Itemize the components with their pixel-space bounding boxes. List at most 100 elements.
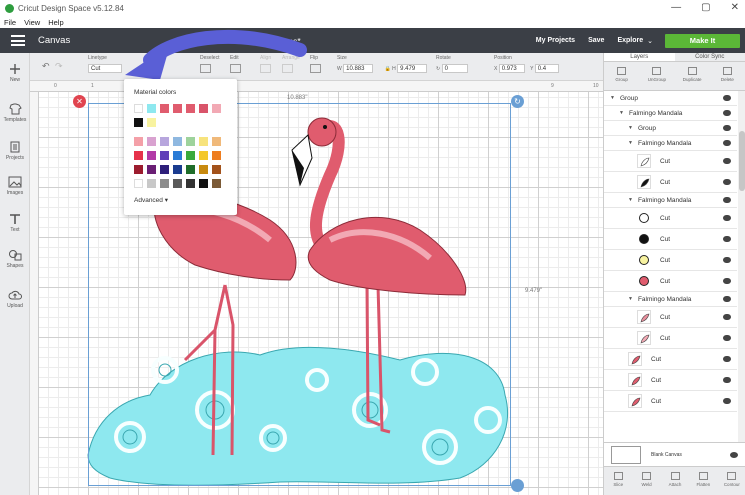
color-swatch[interactable] bbox=[160, 179, 169, 188]
attach-button[interactable]: Attach bbox=[661, 467, 689, 495]
tab-layers[interactable]: Layers bbox=[604, 53, 675, 61]
color-swatch[interactable] bbox=[212, 165, 221, 174]
eye-icon[interactable] bbox=[730, 451, 738, 458]
blank-canvas-row[interactable]: Blank Canvas bbox=[604, 442, 745, 466]
layer-label: Cut bbox=[660, 334, 671, 342]
color-swatch[interactable] bbox=[134, 165, 143, 174]
color-swatch[interactable] bbox=[186, 179, 195, 188]
layer-row[interactable]: Cut bbox=[604, 208, 737, 229]
layer-row[interactable]: Cut bbox=[604, 172, 737, 193]
color-swatch[interactable] bbox=[212, 104, 221, 113]
eye-icon[interactable] bbox=[723, 356, 731, 362]
layer-row[interactable]: Cut bbox=[604, 370, 737, 391]
layer-row[interactable]: Cut bbox=[604, 307, 737, 328]
layers-scrollbar[interactable] bbox=[738, 91, 745, 461]
color-swatch[interactable] bbox=[173, 151, 182, 160]
eye-icon[interactable] bbox=[723, 398, 731, 404]
color-swatch[interactable] bbox=[134, 104, 143, 113]
delete-button[interactable]: Delete bbox=[710, 62, 745, 90]
layer-row[interactable]: Cut bbox=[604, 229, 737, 250]
color-swatch[interactable] bbox=[186, 137, 195, 146]
duplicate-button[interactable]: Duplicate bbox=[675, 62, 710, 90]
color-swatch[interactable] bbox=[147, 137, 156, 146]
eye-icon[interactable] bbox=[723, 95, 731, 101]
color-swatch[interactable] bbox=[160, 165, 169, 174]
layer-label: Cut bbox=[660, 235, 671, 243]
expand-arrow-icon[interactable]: ▼ bbox=[628, 140, 633, 146]
layer-row[interactable]: Cut bbox=[604, 271, 737, 292]
color-swatch[interactable] bbox=[199, 179, 208, 188]
color-swatch[interactable] bbox=[134, 151, 143, 160]
expand-arrow-icon[interactable]: ▼ bbox=[610, 95, 615, 101]
layer-row[interactable]: Cut bbox=[604, 391, 737, 412]
layer-group-row[interactable]: ▼ Falmingo Mandala bbox=[604, 106, 737, 121]
eye-icon[interactable] bbox=[723, 335, 731, 341]
eye-icon[interactable] bbox=[723, 158, 731, 164]
layer-group-row[interactable]: ▼ Group bbox=[604, 91, 737, 106]
eye-icon[interactable] bbox=[723, 296, 731, 302]
eye-icon[interactable] bbox=[723, 125, 731, 131]
resize-handle-icon[interactable] bbox=[511, 479, 524, 492]
eye-icon[interactable] bbox=[723, 197, 731, 203]
eye-icon[interactable] bbox=[723, 110, 731, 116]
color-swatch[interactable] bbox=[134, 137, 143, 146]
color-swatch[interactable] bbox=[173, 179, 182, 188]
color-swatch[interactable] bbox=[134, 118, 143, 127]
eye-icon[interactable] bbox=[723, 236, 731, 242]
color-swatch[interactable] bbox=[199, 137, 208, 146]
color-swatch[interactable] bbox=[147, 179, 156, 188]
color-swatch[interactable] bbox=[147, 165, 156, 174]
color-swatch[interactable] bbox=[173, 137, 182, 146]
color-swatch[interactable] bbox=[147, 118, 156, 127]
color-swatch[interactable] bbox=[186, 165, 195, 174]
tab-color-sync[interactable]: Color Sync bbox=[675, 53, 745, 61]
layer-group-row[interactable]: ▼ Falmingo Mandala bbox=[604, 193, 737, 208]
weld-button[interactable]: Weld bbox=[632, 467, 660, 495]
layer-row[interactable]: Cut bbox=[604, 328, 737, 349]
color-swatch[interactable] bbox=[160, 104, 169, 113]
layer-row[interactable]: Cut bbox=[604, 349, 737, 370]
delete-handle-icon[interactable]: ✕ bbox=[73, 95, 86, 108]
layer-row[interactable]: Cut bbox=[604, 250, 737, 271]
color-swatch[interactable] bbox=[160, 151, 169, 160]
advanced-label: Advanced bbox=[134, 197, 163, 204]
advanced-toggle[interactable]: Advanced ▾ bbox=[134, 196, 168, 204]
eye-icon[interactable] bbox=[723, 257, 731, 263]
flatten-button[interactable]: Flatten bbox=[689, 467, 717, 495]
color-swatch[interactable] bbox=[147, 104, 156, 113]
layer-group-row[interactable]: ▼ Falmingo Mandala bbox=[604, 136, 737, 151]
layer-label: Falmingo Mandala bbox=[628, 109, 683, 117]
eye-icon[interactable] bbox=[723, 278, 731, 284]
expand-arrow-icon[interactable]: ▼ bbox=[628, 296, 633, 302]
color-swatch[interactable] bbox=[186, 104, 195, 113]
expand-arrow-icon[interactable]: ▼ bbox=[628, 125, 633, 131]
layer-row[interactable]: Cut bbox=[604, 151, 737, 172]
expand-arrow-icon[interactable]: ▼ bbox=[619, 110, 624, 116]
ungroup-button[interactable]: UnGroup bbox=[639, 62, 674, 90]
expand-arrow-icon[interactable]: ▼ bbox=[628, 197, 633, 203]
eye-icon[interactable] bbox=[723, 179, 731, 185]
color-swatch[interactable] bbox=[186, 151, 195, 160]
color-swatch[interactable] bbox=[160, 137, 169, 146]
color-swatch[interactable] bbox=[212, 137, 221, 146]
eye-icon[interactable] bbox=[723, 215, 731, 221]
attach-label: Attach bbox=[668, 482, 682, 487]
color-swatch[interactable] bbox=[199, 104, 208, 113]
color-swatch[interactable] bbox=[147, 151, 156, 160]
color-swatch[interactable] bbox=[212, 179, 221, 188]
slice-button[interactable]: Slice bbox=[604, 467, 632, 495]
color-swatch[interactable] bbox=[173, 104, 182, 113]
color-swatch[interactable] bbox=[199, 151, 208, 160]
eye-icon[interactable] bbox=[723, 314, 731, 320]
color-swatch[interactable] bbox=[134, 179, 143, 188]
contour-button[interactable]: Contour bbox=[718, 467, 745, 495]
layer-group-row[interactable]: ▼ Group bbox=[604, 121, 737, 136]
color-swatch[interactable] bbox=[199, 165, 208, 174]
layer-group-row[interactable]: ▼ Falmingo Mandala bbox=[604, 292, 737, 307]
eye-icon[interactable] bbox=[723, 377, 731, 383]
color-swatch[interactable] bbox=[173, 165, 182, 174]
group-button[interactable]: Group bbox=[604, 62, 639, 90]
eye-icon[interactable] bbox=[723, 140, 731, 146]
color-swatch[interactable] bbox=[212, 151, 221, 160]
rotate-handle-icon[interactable]: ↻ bbox=[511, 95, 524, 108]
